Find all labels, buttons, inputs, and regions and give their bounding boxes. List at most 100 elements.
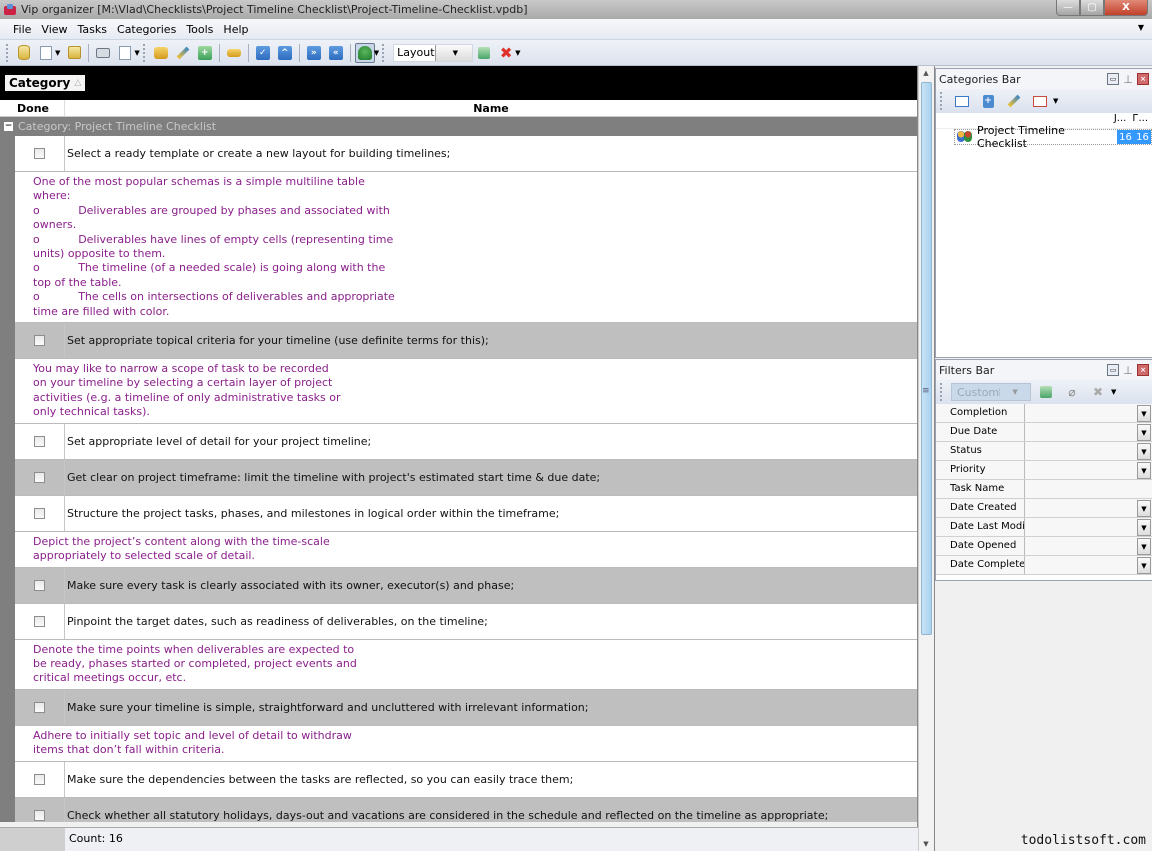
layout-select[interactable]: Layout ▼ <box>393 43 474 62</box>
task-row[interactable]: Make sure every task is clearly associat… <box>15 567 917 604</box>
task-name[interactable]: Make sure your timeline is simple, strai… <box>65 701 589 714</box>
splitter-grip-icon[interactable]: ≡ <box>922 386 930 396</box>
menu-overflow-icon[interactable]: ▼ <box>1138 23 1144 32</box>
clear-filter-icon[interactable]: ✖ <box>1088 382 1108 402</box>
filter-preset-select[interactable]: Custom ▼ <box>951 383 1031 401</box>
filter-value[interactable] <box>1025 442 1137 460</box>
menu-view[interactable]: View <box>36 23 72 36</box>
tree-view-dropdown-icon[interactable]: ▼ <box>374 49 379 57</box>
check-up-icon[interactable]: ^ <box>275 43 295 63</box>
scrollbar-thumb[interactable] <box>921 82 932 635</box>
expand-all-icon[interactable]: » <box>304 43 324 63</box>
delete-layout-icon[interactable]: ✖ <box>496 43 516 63</box>
task-row[interactable]: Make sure your timeline is simple, strai… <box>15 689 917 726</box>
done-checkbox[interactable] <box>34 507 45 519</box>
panel-pin-icon[interactable]: ⊥ <box>1122 73 1134 86</box>
task-row[interactable]: Set appropriate topical criteria for you… <box>15 323 917 360</box>
print-preview-icon[interactable] <box>115 43 135 63</box>
check-down-icon[interactable]: ✓ <box>253 43 273 63</box>
task-name[interactable]: Structure the project tasks, phases, and… <box>65 507 559 520</box>
filter-value[interactable] <box>1025 556 1137 574</box>
pin-icon[interactable] <box>224 43 244 63</box>
filter-value[interactable] <box>1025 461 1137 479</box>
menu-tasks[interactable]: Tasks <box>73 23 112 36</box>
minimize-button[interactable]: — <box>1056 0 1080 16</box>
collapse-all-icon[interactable]: « <box>326 43 346 63</box>
task-row[interactable]: Pinpoint the target dates, such as readi… <box>15 603 917 640</box>
task-name[interactable]: Set appropriate level of detail for your… <box>65 435 371 448</box>
close-button[interactable]: X <box>1104 0 1148 16</box>
filter-value[interactable] <box>1025 537 1137 555</box>
chevron-down-icon[interactable]: ▼ <box>1137 405 1151 422</box>
task-row[interactable]: Get clear on project timeframe: limit th… <box>15 459 917 496</box>
filter-row[interactable]: Task Name <box>936 480 1152 499</box>
chevron-down-icon[interactable]: ▼ <box>1137 557 1151 574</box>
scroll-up-icon[interactable]: ▲ <box>919 66 933 80</box>
chevron-down-icon[interactable]: ▼ <box>999 388 1030 396</box>
task-row[interactable]: Make sure the dependencies between the t… <box>15 761 917 798</box>
tree-view-icon[interactable] <box>354 42 375 63</box>
menu-file[interactable]: File <box>8 23 36 36</box>
add-category-icon[interactable] <box>952 91 972 111</box>
categories-col-2[interactable]: Г... <box>1132 113 1148 128</box>
chevron-down-icon[interactable]: ▼ <box>434 44 473 61</box>
apply-filter-icon[interactable] <box>1036 382 1056 402</box>
chevron-down-icon[interactable]: ▼ <box>1137 538 1151 555</box>
apply-layout-icon[interactable] <box>474 43 494 63</box>
task-row[interactable]: Structure the project tasks, phases, and… <box>15 495 917 532</box>
task-row[interactable]: Set appropriate level of detail for your… <box>15 423 917 460</box>
chevron-down-icon[interactable]: ▼ <box>1137 462 1151 479</box>
eraser-icon[interactable]: ⌀ <box>1062 382 1082 402</box>
task-row[interactable]: Select a ready template or create a new … <box>15 136 917 172</box>
filter-value[interactable] <box>1025 404 1137 422</box>
task-name[interactable]: Check whether all statutory holidays, da… <box>65 809 828 822</box>
filter-value[interactable] <box>1025 423 1137 441</box>
category-group-row[interactable]: − Category: Project Timeline Checklist <box>0 117 917 136</box>
chevron-down-icon[interactable]: ▼ <box>1137 519 1151 536</box>
filter-row[interactable]: Date Last Modified ▼ <box>936 518 1152 537</box>
filter-row[interactable]: Due Date ▼ <box>936 423 1152 442</box>
save-icon[interactable] <box>64 43 84 63</box>
edit-category-icon[interactable] <box>1004 91 1024 111</box>
done-checkbox[interactable] <box>34 579 45 591</box>
chevron-down-icon[interactable]: ▼ <box>1137 424 1151 441</box>
add-subcategory-icon[interactable]: + <box>978 91 998 111</box>
new-task-icon[interactable]: + <box>195 43 215 63</box>
filter-value[interactable] <box>1025 518 1137 536</box>
toolbar-grip[interactable] <box>6 43 9 62</box>
task-row[interactable]: Check whether all statutory holidays, da… <box>15 797 917 822</box>
filter-row[interactable]: Date Created ▼ <box>936 499 1152 518</box>
done-checkbox[interactable] <box>34 471 45 483</box>
new-category-icon[interactable] <box>151 43 171 63</box>
toolbar-overflow-icon[interactable]: ▼ <box>515 49 520 57</box>
done-checkbox[interactable] <box>34 615 45 627</box>
vertical-scrollbar[interactable]: ▲ ≡ ▼ <box>918 66 933 851</box>
filter-value[interactable] <box>1025 499 1137 517</box>
chevron-down-icon[interactable]: ▼ <box>1137 500 1151 517</box>
done-checkbox[interactable] <box>34 773 45 785</box>
delete-category-icon[interactable] <box>1030 91 1050 111</box>
filters-toolbar-overflow-icon[interactable]: ▼ <box>1111 388 1116 396</box>
done-checkbox[interactable] <box>34 809 45 821</box>
done-checkbox[interactable] <box>34 148 45 159</box>
filter-value[interactable] <box>1025 480 1152 498</box>
done-checkbox[interactable] <box>34 701 45 713</box>
filter-row[interactable]: Priority ▼ <box>936 461 1152 480</box>
filter-row[interactable]: Status ▼ <box>936 442 1152 461</box>
menu-tools[interactable]: Tools <box>181 23 218 36</box>
print-icon[interactable] <box>93 43 113 63</box>
filter-row[interactable]: Date Completed ▼ <box>936 556 1152 575</box>
done-checkbox[interactable] <box>34 435 45 447</box>
panel-pin-icon[interactable]: ⊥ <box>1122 364 1134 377</box>
task-name[interactable]: Make sure the dependencies between the t… <box>65 773 573 786</box>
menu-categories[interactable]: Categories <box>112 23 181 36</box>
filter-row[interactable]: Date Opened ▼ <box>936 537 1152 556</box>
group-by-category-chip[interactable]: Category △ <box>5 75 86 91</box>
done-checkbox[interactable] <box>34 335 45 347</box>
edit-icon[interactable] <box>173 43 193 63</box>
filter-row[interactable]: Completion ▼ <box>936 404 1152 423</box>
panel-close-icon[interactable]: × <box>1137 73 1149 85</box>
task-name[interactable]: Pinpoint the target dates, such as readi… <box>65 615 488 628</box>
categories-toolbar-overflow-icon[interactable]: ▼ <box>1053 97 1058 105</box>
menu-help[interactable]: Help <box>218 23 253 36</box>
